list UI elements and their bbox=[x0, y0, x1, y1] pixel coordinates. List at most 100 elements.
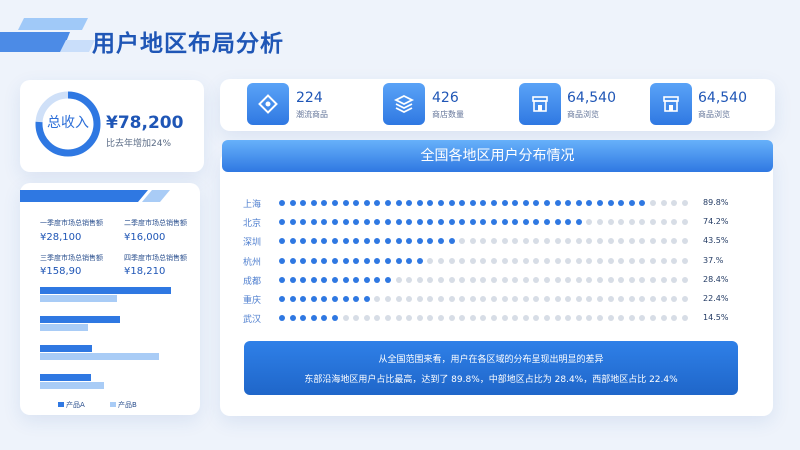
dot-empty bbox=[448, 296, 455, 302]
dot-filled bbox=[544, 200, 550, 206]
q2-label: 二季度市场总销售额 bbox=[124, 219, 187, 227]
dot-empty bbox=[448, 276, 455, 283]
dot-filled bbox=[342, 257, 349, 264]
page-title: 用户地区布局分析 bbox=[92, 31, 284, 57]
dot-filled bbox=[289, 296, 296, 302]
dot-empty bbox=[342, 315, 349, 322]
dot-filled bbox=[522, 200, 529, 206]
dot-filled bbox=[491, 200, 497, 206]
dot-empty bbox=[681, 200, 688, 206]
dot-empty bbox=[597, 276, 603, 283]
stat-label-2: 商店数量 bbox=[432, 110, 464, 119]
q4-value: ¥18,210 bbox=[124, 266, 166, 277]
dot-empty bbox=[671, 257, 678, 264]
dot-empty bbox=[575, 296, 582, 302]
revenue-amount: ¥78,200 bbox=[106, 113, 184, 133]
dot-empty bbox=[491, 257, 497, 264]
dot-filled bbox=[363, 219, 370, 226]
dot-empty bbox=[628, 276, 635, 283]
dot-empty bbox=[522, 276, 529, 283]
dot-filled bbox=[385, 257, 391, 264]
dot-filled bbox=[395, 200, 402, 206]
dot-filled bbox=[469, 219, 476, 226]
dot-empty bbox=[512, 276, 519, 283]
dot-empty bbox=[660, 200, 667, 206]
dot-empty bbox=[628, 219, 635, 226]
dot-filled bbox=[310, 296, 317, 302]
dot-empty bbox=[448, 315, 455, 322]
legend-swatch-a bbox=[58, 402, 64, 407]
dot-empty bbox=[395, 315, 402, 322]
dot-empty bbox=[469, 315, 476, 322]
quarter-card-ribbon bbox=[20, 190, 170, 202]
dot-empty bbox=[469, 296, 476, 302]
dot-filled bbox=[310, 315, 317, 322]
legend-label-a: 产品A bbox=[66, 401, 85, 409]
dot-empty bbox=[459, 276, 466, 283]
dot-empty bbox=[575, 257, 582, 264]
dot-empty bbox=[565, 276, 572, 283]
city-percent: 74.2% bbox=[703, 217, 729, 227]
q3-value: ¥158,90 bbox=[40, 266, 82, 277]
dot-empty bbox=[512, 257, 519, 264]
dot-empty bbox=[544, 257, 550, 264]
q2-value: ¥16,000 bbox=[124, 232, 166, 243]
dot-filled bbox=[363, 276, 370, 283]
q1-value: ¥28,100 bbox=[40, 232, 82, 243]
dot-empty bbox=[681, 276, 688, 283]
dot-filled bbox=[342, 200, 349, 206]
dot-empty bbox=[628, 257, 635, 264]
dot-empty bbox=[618, 257, 625, 264]
diamond-icon bbox=[247, 83, 289, 125]
dot-empty bbox=[416, 276, 423, 283]
dot-empty bbox=[501, 257, 508, 264]
dot-filled bbox=[363, 200, 370, 206]
city-percent: 43.5% bbox=[703, 236, 729, 246]
stat-value-4: 64,540 bbox=[698, 90, 747, 106]
stat-value-2: 426 bbox=[432, 90, 459, 106]
dot-empty bbox=[660, 257, 667, 264]
dot-filled bbox=[554, 200, 561, 206]
dot-empty bbox=[628, 296, 635, 302]
q1-label: 一季度市场总销售额 bbox=[40, 219, 103, 227]
dot-empty bbox=[660, 276, 667, 283]
dot-filled bbox=[289, 200, 296, 206]
summary-box: 从全国范围来看，用户在各区域的分布呈现出明显的差异 东部沿海地区用户占比最高，达… bbox=[244, 341, 738, 395]
dot-empty bbox=[650, 296, 656, 302]
legend-swatch-b bbox=[110, 402, 116, 407]
dot-filled bbox=[448, 219, 455, 226]
dot-filled bbox=[332, 200, 338, 206]
dot-filled bbox=[416, 257, 423, 264]
dot-empty bbox=[416, 296, 423, 302]
dot-empty bbox=[565, 257, 572, 264]
dot-empty bbox=[660, 315, 667, 322]
dot-empty bbox=[597, 257, 603, 264]
stat-label-4: 商品浏览 bbox=[698, 110, 730, 119]
revenue-ring-label: 总收入 bbox=[47, 115, 89, 131]
dot-empty bbox=[544, 296, 550, 302]
dot-empty bbox=[491, 296, 497, 302]
layers-icon bbox=[383, 83, 425, 125]
store-icon bbox=[519, 83, 561, 125]
dot-empty bbox=[607, 257, 614, 264]
dot-filled bbox=[332, 296, 338, 302]
dot-filled bbox=[353, 276, 360, 283]
dot-empty bbox=[501, 315, 508, 322]
city-label: 重庆 bbox=[243, 296, 262, 306]
dot-empty bbox=[575, 315, 582, 322]
dot-empty bbox=[469, 276, 476, 283]
dot-empty bbox=[554, 276, 561, 283]
dot-filled bbox=[385, 200, 391, 206]
dot-empty bbox=[650, 257, 656, 264]
dot-filled bbox=[395, 257, 402, 264]
stat-value-3: 64,540 bbox=[567, 90, 616, 106]
stat-value-1: 224 bbox=[296, 90, 323, 106]
dot-filled bbox=[575, 200, 582, 206]
dot-filled bbox=[501, 219, 508, 226]
dot-filled bbox=[310, 219, 317, 226]
dot-empty bbox=[501, 276, 508, 283]
dot-filled bbox=[448, 200, 455, 206]
bar-product-b-3 bbox=[40, 353, 159, 360]
header-decoration bbox=[0, 18, 95, 52]
bar-product-b-2 bbox=[40, 324, 88, 331]
